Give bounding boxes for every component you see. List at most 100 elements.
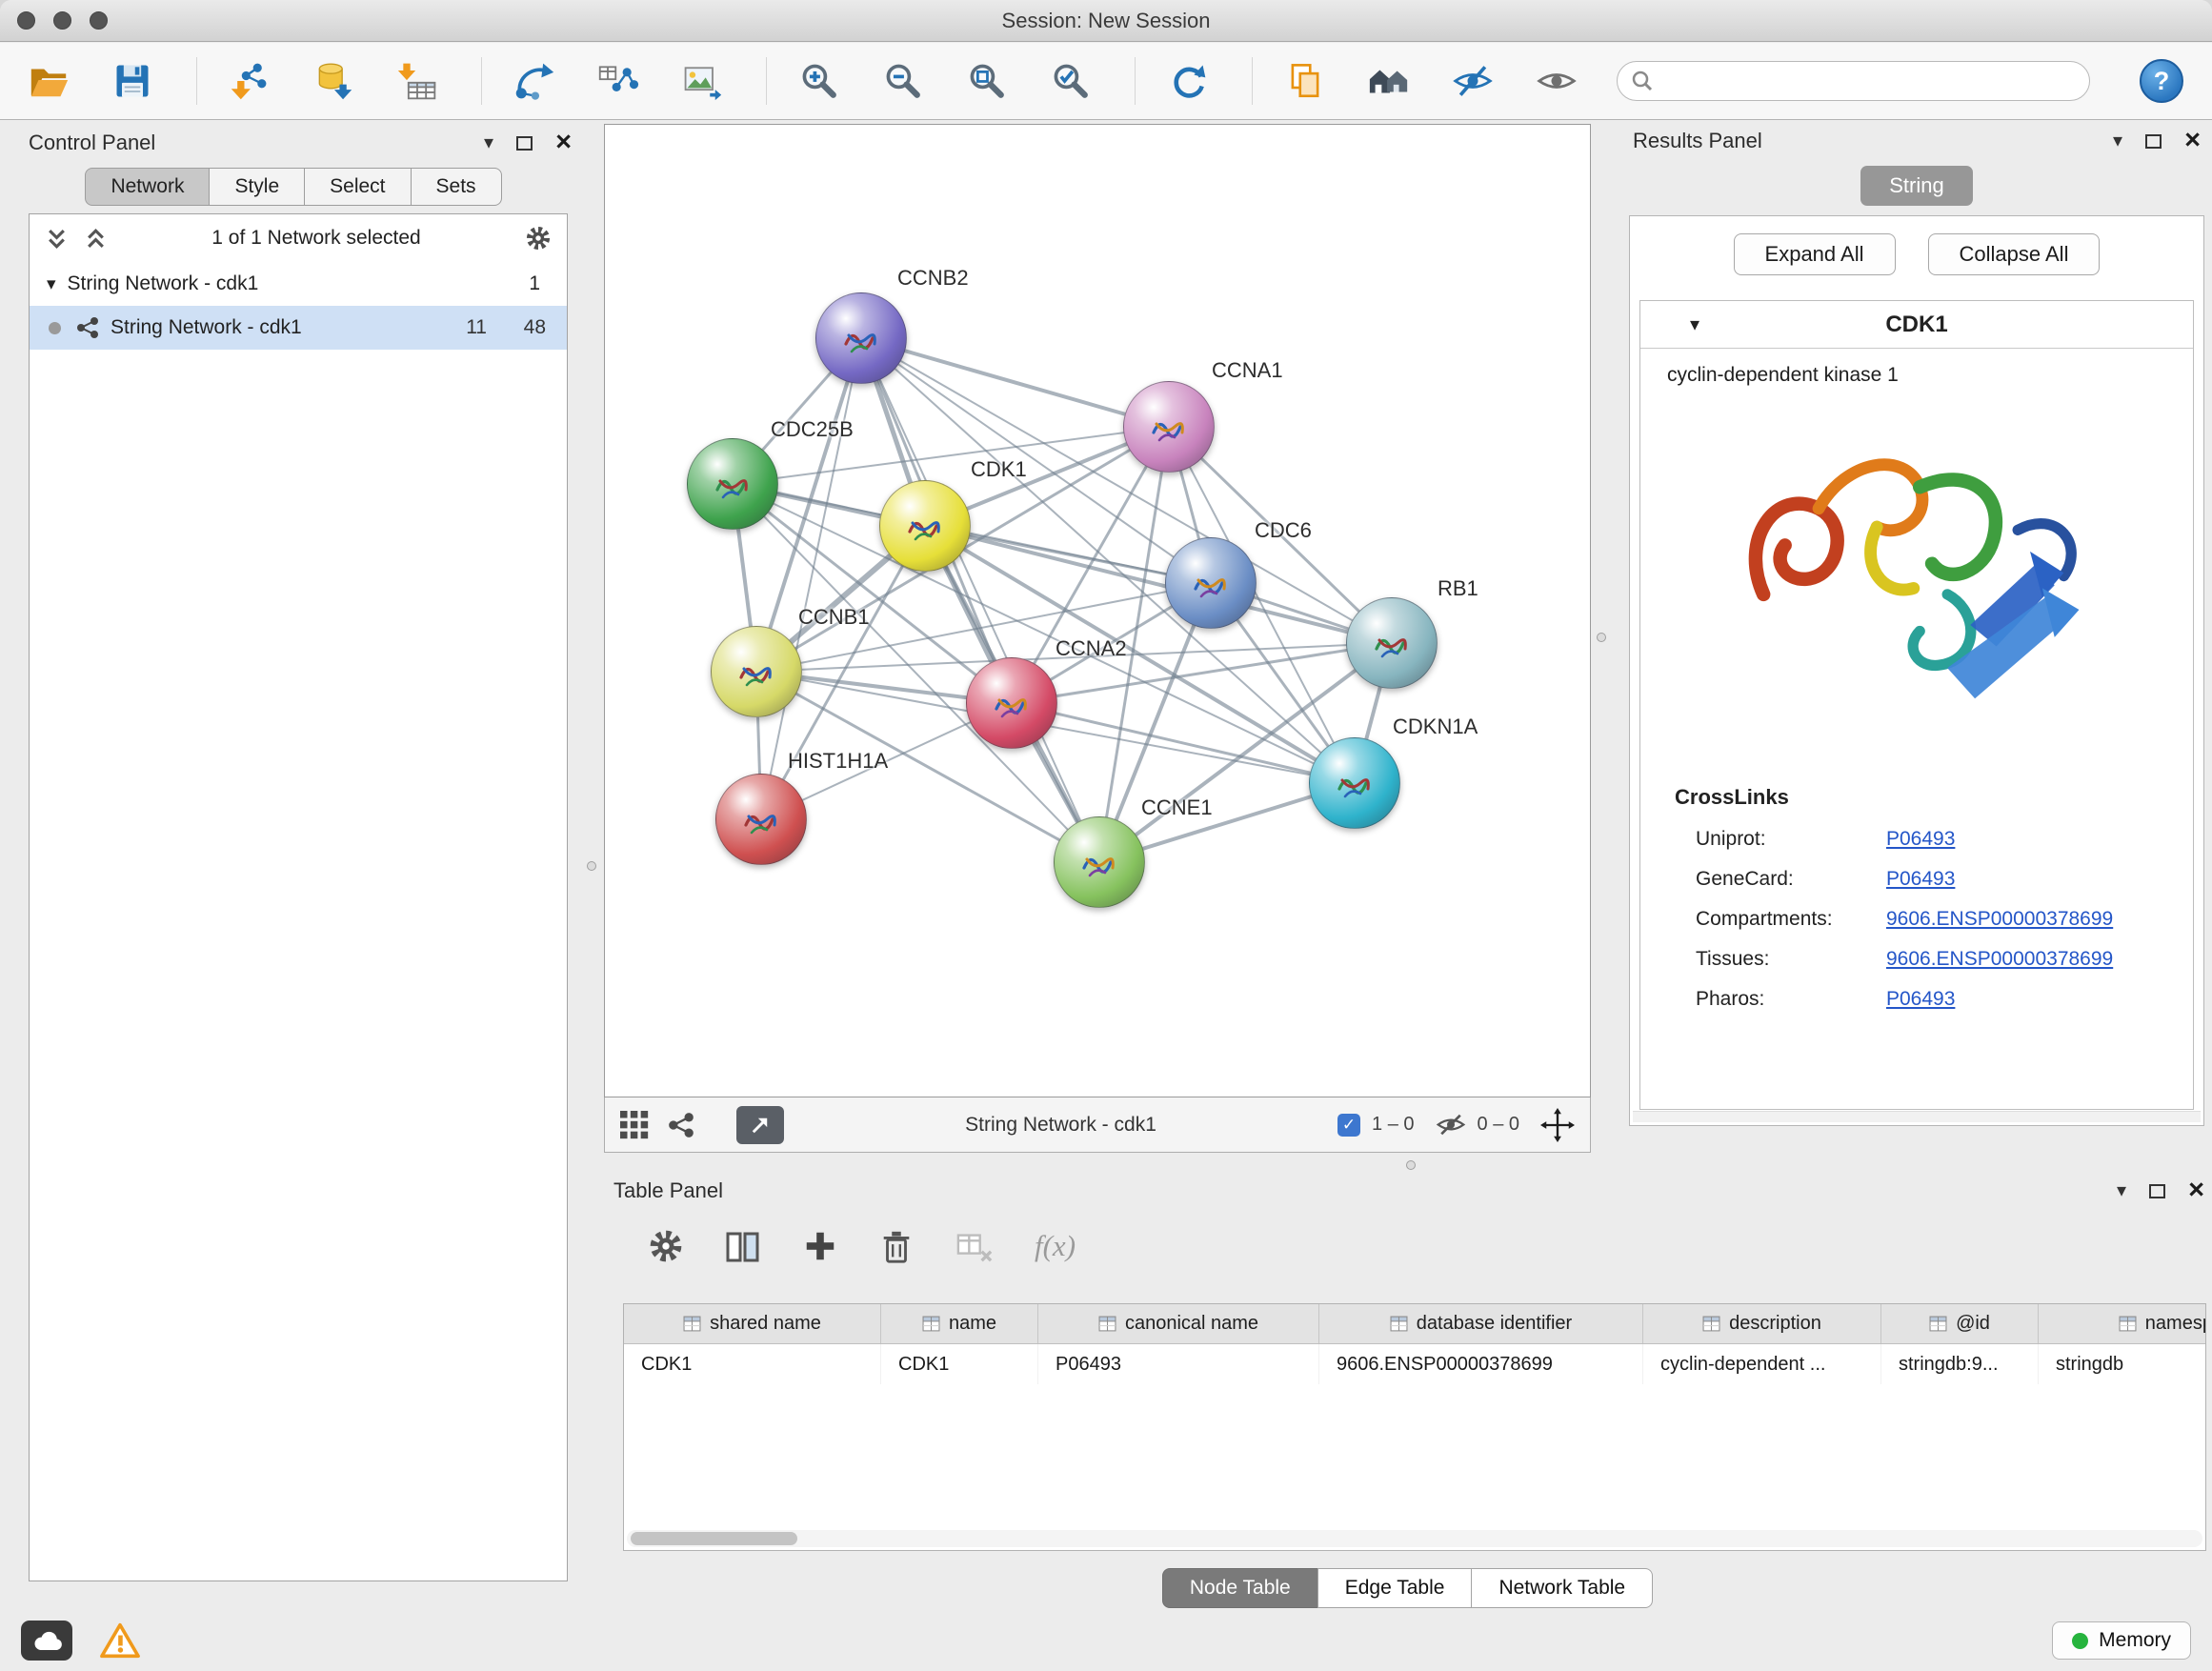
network-node-ccne1[interactable] [1054, 816, 1145, 908]
control-panel-float-button[interactable] [516, 136, 533, 151]
open-session-button[interactable] [23, 53, 74, 109]
import-table-from-file-button[interactable] [392, 53, 443, 109]
expand-all-icon[interactable] [45, 227, 69, 251]
network-view[interactable]: CCNB2CCNA1CDC25BCDK1CDC6RB1CCNB1CCNA2CDK… [604, 124, 1591, 1097]
network-node-ccnb2[interactable] [815, 292, 907, 384]
tab-node-table[interactable]: Node Table [1162, 1568, 1318, 1608]
network-node-cdk1[interactable] [879, 480, 971, 572]
splitter-handle[interactable] [587, 861, 596, 871]
network-node-ccna1[interactable] [1123, 381, 1215, 473]
tab-select[interactable]: Select [304, 168, 411, 206]
function-builder-button[interactable]: f(x) [1035, 1229, 1076, 1263]
table-cell[interactable]: stringdb [2039, 1344, 2206, 1384]
caret-down-icon[interactable]: ▾ [47, 273, 56, 295]
results-scrollbar[interactable] [1633, 1111, 2201, 1122]
table-cell[interactable]: CDK1 [881, 1344, 1038, 1384]
tab-style[interactable]: Style [209, 168, 305, 206]
search-field[interactable] [1617, 61, 2090, 101]
documents-button[interactable] [1279, 53, 1331, 109]
traffic-light-zoom[interactable] [90, 11, 108, 30]
zoom-selected-button[interactable] [1045, 53, 1096, 109]
cloud-button[interactable] [21, 1621, 72, 1661]
network-node-cdc25b[interactable] [687, 438, 778, 530]
column-header--id[interactable]: @id [1881, 1304, 2039, 1343]
splitter-handle[interactable] [1406, 1160, 1416, 1170]
scrollbar-thumb[interactable] [631, 1532, 797, 1545]
control-panel-close-button[interactable]: × [555, 131, 572, 153]
table-cell[interactable]: CDK1 [624, 1344, 881, 1384]
network-canvas[interactable]: CCNB2CCNA1CDC25BCDK1CDC6RB1CCNB1CCNA2CDK… [605, 125, 1590, 1097]
tab-network[interactable]: Network [85, 168, 210, 206]
results-panel-menu-button[interactable]: ▾ [2113, 131, 2122, 151]
zoom-fit-button[interactable] [961, 53, 1013, 109]
network-share-icon[interactable] [668, 1112, 694, 1138]
tab-network-table[interactable]: Network Table [1471, 1568, 1653, 1608]
traffic-light-minimize[interactable] [53, 11, 71, 30]
table-panel-close-button[interactable]: × [2188, 1179, 2204, 1201]
save-session-button[interactable] [107, 53, 158, 109]
search-input[interactable] [1654, 70, 2076, 92]
crosslink-link[interactable]: P06493 [1886, 828, 1955, 851]
hidden-eye-slash-icon[interactable] [1436, 1112, 1466, 1137]
import-network-from-database-button[interactable] [308, 53, 359, 109]
table-cell[interactable]: 9606.ENSP00000378699 [1319, 1344, 1643, 1384]
table-cell[interactable]: stringdb:9... [1881, 1344, 2039, 1384]
grid-view-icon[interactable] [620, 1111, 649, 1139]
network-node-hist1h1a[interactable] [715, 774, 807, 865]
show-panel-button[interactable] [1531, 53, 1582, 109]
network-collection-row[interactable]: ▾ String Network - cdk1 1 [30, 262, 567, 306]
traffic-light-close[interactable] [17, 11, 35, 30]
crosslink-link[interactable]: P06493 [1886, 868, 1955, 891]
table-cell[interactable]: cyclin-dependent ... [1643, 1344, 1881, 1384]
memory-button[interactable]: Memory [2052, 1621, 2191, 1660]
splitter-handle[interactable] [1597, 633, 1606, 642]
table-panel-menu-button[interactable]: ▾ [2117, 1181, 2126, 1200]
network-node-ccna2[interactable] [966, 657, 1057, 749]
zoom-out-button[interactable] [877, 53, 929, 109]
table-panel-float-button[interactable] [2149, 1184, 2165, 1198]
crosslink-link[interactable]: 9606.ENSP00000378699 [1886, 908, 2113, 931]
new-network-button[interactable] [509, 53, 560, 109]
tab-sets[interactable]: Sets [411, 168, 502, 206]
network-node-cdkn1a[interactable] [1309, 737, 1400, 829]
tab-edge-table[interactable]: Edge Table [1317, 1568, 1473, 1608]
gene-section-header[interactable]: ▾ CDK1 [1640, 301, 2193, 349]
help-button[interactable]: ? [2140, 59, 2183, 103]
warning-icon[interactable] [99, 1621, 141, 1660]
selected-checkbox-icon[interactable]: ✓ [1337, 1114, 1360, 1137]
add-icon[interactable] [802, 1228, 838, 1264]
column-header-name[interactable]: name [881, 1304, 1038, 1343]
new-network-from-table-button[interactable] [593, 53, 644, 109]
collapse-all-button[interactable]: Collapse All [1928, 233, 2101, 275]
column-header-canonical-name[interactable]: canonical name [1038, 1304, 1319, 1343]
results-panel-close-button[interactable]: × [2184, 130, 2201, 151]
network-node-cdc6[interactable] [1165, 537, 1257, 629]
refresh-layout-button[interactable] [1162, 53, 1214, 109]
column-header-shared-name[interactable]: shared name [624, 1304, 881, 1343]
crosslink-link[interactable]: P06493 [1886, 988, 1955, 1011]
column-header-database-identifier[interactable]: database identifier [1319, 1304, 1643, 1343]
pan-crosshair-icon[interactable] [1540, 1108, 1575, 1142]
columns-icon[interactable] [724, 1226, 762, 1266]
gear-icon[interactable] [648, 1228, 684, 1264]
table-row[interactable]: CDK1CDK1P064939606.ENSP00000378699cyclin… [624, 1344, 2206, 1384]
tab-string[interactable]: String [1860, 166, 1972, 206]
trash-icon[interactable] [878, 1227, 915, 1265]
import-network-from-file-button[interactable] [224, 53, 275, 109]
gear-icon[interactable] [525, 225, 552, 252]
open-in-new-window-button[interactable] [736, 1106, 784, 1144]
caret-down-icon[interactable]: ▾ [1690, 312, 1699, 336]
network-node-rb1[interactable] [1346, 597, 1438, 689]
control-panel-menu-button[interactable]: ▾ [484, 133, 493, 152]
collapse-all-icon[interactable] [84, 227, 108, 251]
zoom-in-button[interactable] [794, 53, 845, 109]
export-image-button[interactable] [676, 53, 728, 109]
hide-panel-button[interactable] [1447, 53, 1498, 109]
column-header-namespace[interactable]: namespace [2039, 1304, 2206, 1343]
network-node-ccnb1[interactable] [711, 626, 802, 717]
table-cell[interactable]: P06493 [1038, 1344, 1319, 1384]
crosslink-link[interactable]: 9606.ENSP00000378699 [1886, 948, 2113, 971]
network-row[interactable]: String Network - cdk1 11 48 [30, 306, 567, 350]
table-horizontal-scrollbar[interactable] [627, 1530, 2202, 1547]
expand-all-button[interactable]: Expand All [1734, 233, 1896, 275]
